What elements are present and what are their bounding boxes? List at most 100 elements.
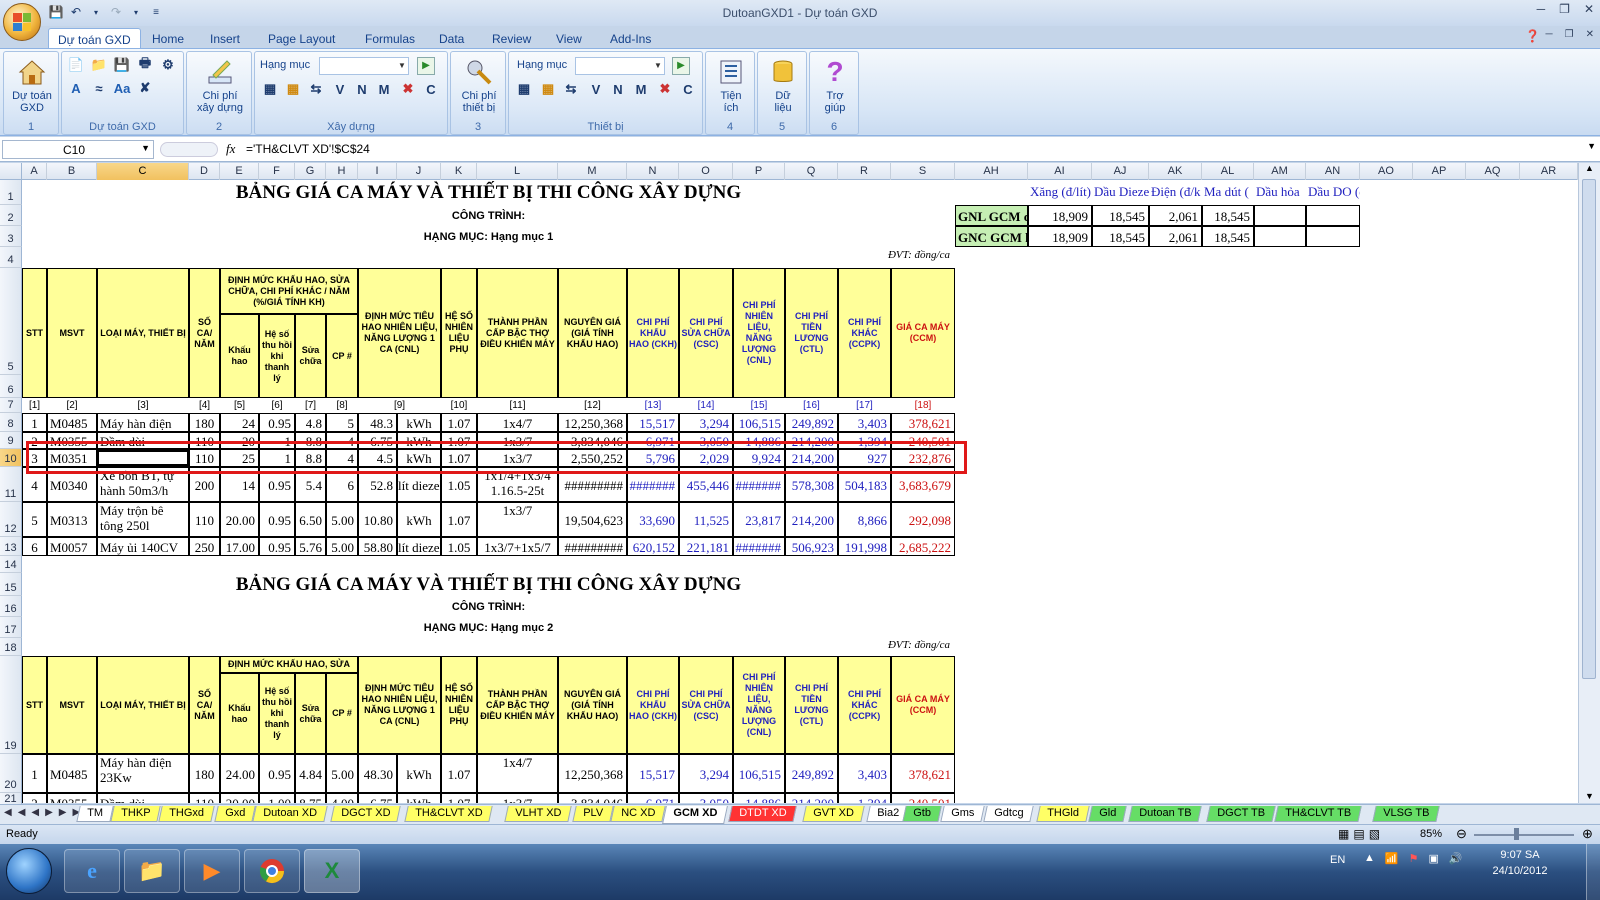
row-header-19[interactable]: 19 bbox=[0, 656, 22, 754]
header-cpkh[interactable]: CHI PHÍ KHẤU HAO (CKH) bbox=[627, 268, 679, 398]
column-header-Q[interactable]: Q bbox=[785, 163, 838, 180]
column-header-P[interactable]: P bbox=[733, 163, 785, 180]
column-header-H[interactable]: H bbox=[326, 163, 358, 180]
sheet-tab-gvt-xd[interactable]: GVT XD bbox=[802, 806, 865, 822]
index-cell[interactable]: [4] bbox=[189, 398, 220, 413]
table1-row-6-col-15[interactable]: ####### bbox=[733, 537, 785, 556]
close-icon[interactable]: ✕ bbox=[1584, 2, 1594, 16]
sheet-tab-nc-xd[interactable]: NC XD bbox=[610, 806, 666, 822]
header-stt[interactable]: STT bbox=[22, 656, 47, 754]
header-khauhao[interactable]: Khấu hao bbox=[220, 314, 259, 398]
table1-row-6-col-9[interactable]: lít diezel bbox=[397, 537, 441, 556]
normal-view-icon[interactable]: ▦ bbox=[1338, 827, 1349, 841]
restore-icon[interactable]: ❐ bbox=[1559, 2, 1570, 16]
column-header-AP[interactable]: AP bbox=[1413, 163, 1466, 180]
zoom-level[interactable]: 85% bbox=[1420, 828, 1442, 840]
page-layout-view-icon[interactable]: ▤ bbox=[1353, 827, 1364, 841]
side-row-value[interactable]: 2,061 bbox=[1149, 226, 1202, 247]
sheet-tab-gld[interactable]: Gld bbox=[1088, 806, 1127, 822]
table1-row-5-col-12[interactable]: 19,504,623 bbox=[558, 502, 627, 537]
table1-row-5-col-2[interactable]: Máy trộn bê tông 250l bbox=[97, 502, 189, 537]
arrows-icon[interactable]: ⇆ bbox=[562, 80, 580, 98]
table1-row-5-col-3[interactable]: 110 bbox=[189, 502, 220, 537]
scroll-thumb[interactable] bbox=[1582, 179, 1596, 679]
volume-icon[interactable]: 🔊 bbox=[1449, 852, 1463, 865]
open-folder-icon[interactable]: 📁 bbox=[90, 56, 108, 74]
wb-close-icon[interactable]: ✕ bbox=[1586, 29, 1594, 40]
du-lieu-button[interactable]: Dữ liệu bbox=[760, 56, 806, 114]
table1-row-6-col-10[interactable]: 1.05 bbox=[441, 537, 477, 556]
table2-row-2-col-2[interactable]: Đầm dùi bbox=[97, 793, 189, 803]
network-icon[interactable]: 📶 bbox=[1385, 852, 1399, 865]
arrows-icon[interactable]: ⇆ bbox=[307, 80, 325, 98]
table1-row-1-col-2[interactable]: Máy hàn điện bbox=[97, 413, 189, 432]
side-row-label[interactable]: GNL GCM đị bbox=[955, 205, 1028, 226]
table1-row-1-col-13[interactable]: 15,517 bbox=[627, 413, 679, 432]
zoom-in-icon[interactable]: ⊕ bbox=[1582, 826, 1593, 842]
side-row-value[interactable]: 18,909 bbox=[1028, 226, 1092, 247]
change-case-icon[interactable]: Aa bbox=[113, 79, 131, 97]
side-row-value[interactable]: 18,545 bbox=[1202, 205, 1254, 226]
row-header-18[interactable]: 18 bbox=[0, 638, 22, 656]
table2-row-1-col-8[interactable]: 48.30 bbox=[358, 754, 397, 793]
column-header-S[interactable]: S bbox=[891, 163, 955, 180]
column-header-O[interactable]: O bbox=[679, 163, 733, 180]
header-loai[interactable]: LOẠI MÁY, THIẾT BỊ bbox=[97, 656, 189, 754]
table1-row-6-col-1[interactable]: M0057 bbox=[47, 537, 97, 556]
row-header-17[interactable]: 17 bbox=[0, 617, 22, 638]
table1-row-1-col-9[interactable]: kWh bbox=[397, 413, 441, 432]
table1-row-1-col-17[interactable]: 3,403 bbox=[838, 413, 891, 432]
sheet-tab-vlht-xd[interactable]: VLHT XD bbox=[504, 806, 572, 822]
header-cpsc[interactable]: CHI PHÍ SỬA CHỮA (CSC) bbox=[679, 268, 733, 398]
grid-icon[interactable]: ▦ bbox=[515, 80, 533, 98]
column-header-AM[interactable]: AM bbox=[1254, 163, 1306, 180]
column-header-AL[interactable]: AL bbox=[1202, 163, 1254, 180]
table1-row-5-col-6[interactable]: 6.50 bbox=[295, 502, 326, 537]
side-row-value[interactable] bbox=[1306, 205, 1360, 226]
table1-row-5-col-8[interactable]: 10.80 bbox=[358, 502, 397, 537]
column-header-AN[interactable]: AN bbox=[1306, 163, 1360, 180]
index-cell[interactable]: [8] bbox=[326, 398, 358, 413]
tools-icon[interactable]: ✘ bbox=[136, 79, 154, 97]
vertical-scrollbar[interactable]: ▲ ▼ bbox=[1578, 163, 1600, 803]
table2-row-2-col-10[interactable]: 1.07 bbox=[441, 793, 477, 803]
table2-row-2-col-5[interactable]: 1.00 bbox=[259, 793, 295, 803]
chi-phi-thiet-bi-button[interactable]: Chi phí thiết bị bbox=[453, 56, 505, 114]
sheet-tab-plv[interactable]: PLV bbox=[572, 806, 614, 822]
tab-add-ins[interactable]: Add-Ins bbox=[601, 30, 660, 48]
table2-row-2-col-4[interactable]: 20.00 bbox=[220, 793, 259, 803]
table2-row-2-col-1[interactable]: M0355 bbox=[47, 793, 97, 803]
page-break-view-icon[interactable]: ▧ bbox=[1369, 827, 1380, 841]
column-header-M[interactable]: M bbox=[558, 163, 627, 180]
column-header-AO[interactable]: AO bbox=[1360, 163, 1413, 180]
row-header-7[interactable]: 7 bbox=[0, 398, 22, 413]
header-dinh-muc[interactable]: ĐỊNH MỨC KHẤU HAO, SỬA bbox=[220, 656, 358, 673]
header-cpsc[interactable]: CHI PHÍ SỬA CHỮA (CSC) bbox=[679, 656, 733, 754]
side-row-value[interactable] bbox=[1254, 226, 1306, 247]
table2-row-2-col-16[interactable]: 214,200 bbox=[785, 793, 838, 803]
row-header-2[interactable]: 2 bbox=[0, 205, 22, 226]
header-dinh-muc[interactable]: ĐỊNH MỨC KHẤU HAO, SỬA CHỮA, CHI PHÍ KHÁ… bbox=[220, 268, 358, 314]
print-icon[interactable]: 🖶 bbox=[136, 55, 154, 74]
name-box[interactable]: C10 ▼ bbox=[2, 140, 154, 159]
table-icon[interactable]: ▦ bbox=[284, 80, 302, 98]
table1-row-1-col-10[interactable]: 1.07 bbox=[441, 413, 477, 432]
hang-muc-combo[interactable]: ▼ bbox=[319, 57, 409, 75]
column-header-AI[interactable]: AI bbox=[1028, 163, 1092, 180]
header-cp[interactable]: CP # bbox=[326, 314, 358, 398]
table1-row-6-col-5[interactable]: 0.95 bbox=[259, 537, 295, 556]
show-desktop-button[interactable] bbox=[1586, 844, 1600, 900]
table2-row-1-col-10[interactable]: 1.07 bbox=[441, 754, 477, 793]
table2-row-1-col-2[interactable]: Máy hàn điện 23Kw bbox=[97, 754, 189, 793]
n-button[interactable]: N bbox=[609, 80, 627, 98]
zoom-slider[interactable] bbox=[1474, 834, 1574, 836]
header-heso[interactable]: Hệ số thu hồi khi thanh lý bbox=[259, 314, 295, 398]
table2-row-1-col-7[interactable]: 5.00 bbox=[326, 754, 358, 793]
index-cell[interactable]: [3] bbox=[97, 398, 189, 413]
header-suachua[interactable]: Sửa chữa bbox=[295, 314, 326, 398]
header-cpnl[interactable]: CHI PHÍ NHIÊN LIỆU, NĂNG LƯỢNG (CNL) bbox=[733, 268, 785, 398]
row-header-14[interactable]: 14 bbox=[0, 556, 22, 573]
header-hesonl[interactable]: HỆ SỐ NHIÊN LIỆU PHỤ bbox=[441, 268, 477, 398]
table2-row-1-col-14[interactable]: 3,294 bbox=[679, 754, 733, 793]
table1-row-5-col-7[interactable]: 5.00 bbox=[326, 502, 358, 537]
